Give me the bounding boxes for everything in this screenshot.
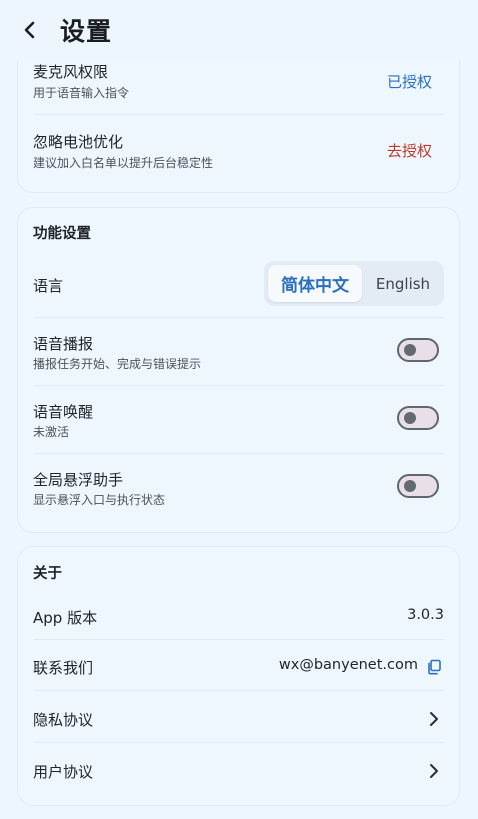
authorize-battery-button[interactable]: 去授权 [387, 140, 432, 161]
app-version-row: App 版本 3.0.3 [33, 599, 444, 635]
battery-optimization-title: 忽略电池优化 [33, 133, 124, 151]
section-title-function: 功能设置 [33, 226, 91, 242]
copy-icon[interactable] [426, 659, 442, 675]
voice-broadcast-toggle[interactable] [397, 338, 439, 362]
chevron-right-icon [430, 712, 438, 726]
voice-wakeup-subtitle: 未激活 [33, 425, 70, 439]
toggle-knob [404, 344, 416, 356]
back-button[interactable] [14, 14, 46, 46]
divider [33, 385, 444, 386]
voice-wakeup-title: 语音唤醒 [33, 403, 94, 421]
app-version-label: App 版本 [33, 609, 98, 627]
language-row: 语言 简体中文 English [33, 261, 444, 306]
section-title-about: 关于 [33, 566, 62, 582]
floating-assistant-title: 全局悬浮助手 [33, 471, 124, 489]
contact-email: wx@banyenet.com [278, 657, 418, 673]
mic-permission-title: 麦克风权限 [33, 63, 109, 81]
chevron-left-icon [24, 21, 35, 39]
app-version-value: 3.0.3 [407, 607, 444, 623]
voice-broadcast-row: 语音播报 播报任务开始、完成与错误提示 [33, 333, 444, 377]
user-agreement-row[interactable]: 用户协议 [33, 753, 444, 789]
voice-broadcast-subtitle: 播报任务开始、完成与错误提示 [33, 357, 202, 371]
contact-row: 联系我们 wx@banyenet.com [33, 650, 444, 686]
language-option-en[interactable]: English [366, 265, 440, 302]
voice-wakeup-row: 语音唤醒 未激活 [33, 401, 444, 445]
divider [33, 317, 444, 318]
language-label: 语言 [33, 277, 64, 295]
contact-label: 联系我们 [33, 659, 94, 677]
floating-assistant-toggle[interactable] [397, 474, 439, 498]
mic-permission-row: 麦克风权限 用于语音输入指令 已授权 [33, 61, 444, 105]
page-title: 设置 [60, 17, 113, 46]
floating-assistant-row: 全局悬浮助手 显示悬浮入口与执行状态 [33, 469, 444, 513]
privacy-policy-row[interactable]: 隐私协议 [33, 701, 444, 737]
battery-optimization-subtitle: 建议加入白名单以提升后台稳定性 [33, 156, 214, 170]
divider [33, 742, 444, 743]
battery-optimization-row[interactable]: 忽略电池优化 建议加入白名单以提升后台稳定性 去授权 [33, 131, 444, 175]
divider [33, 690, 444, 691]
top-app-bar: 设置 [0, 0, 478, 60]
toggle-knob [404, 480, 416, 492]
mic-permission-subtitle: 用于语音输入指令 [33, 86, 130, 100]
chevron-right-icon [430, 764, 438, 778]
user-agreement-label: 用户协议 [33, 763, 94, 781]
mic-permission-status: 已授权 [386, 73, 432, 91]
voice-wakeup-toggle[interactable] [397, 406, 439, 430]
divider [33, 114, 444, 115]
voice-broadcast-title: 语音播报 [33, 335, 94, 353]
toggle-knob [404, 412, 416, 424]
divider [33, 639, 444, 640]
divider [33, 453, 444, 454]
about-card: 关于 App 版本 3.0.3 联系我们 wx@banyenet.com 隐私协… [17, 546, 460, 806]
privacy-policy-label: 隐私协议 [33, 711, 94, 729]
language-option-zh[interactable]: 简体中文 [268, 265, 362, 302]
function-settings-card: 功能设置 语言 简体中文 English 语音播报 播报任务开始、完成与错误提示… [17, 207, 460, 533]
floating-assistant-subtitle: 显示悬浮入口与执行状态 [33, 493, 166, 507]
language-segmented-control: 简体中文 English [264, 261, 444, 306]
